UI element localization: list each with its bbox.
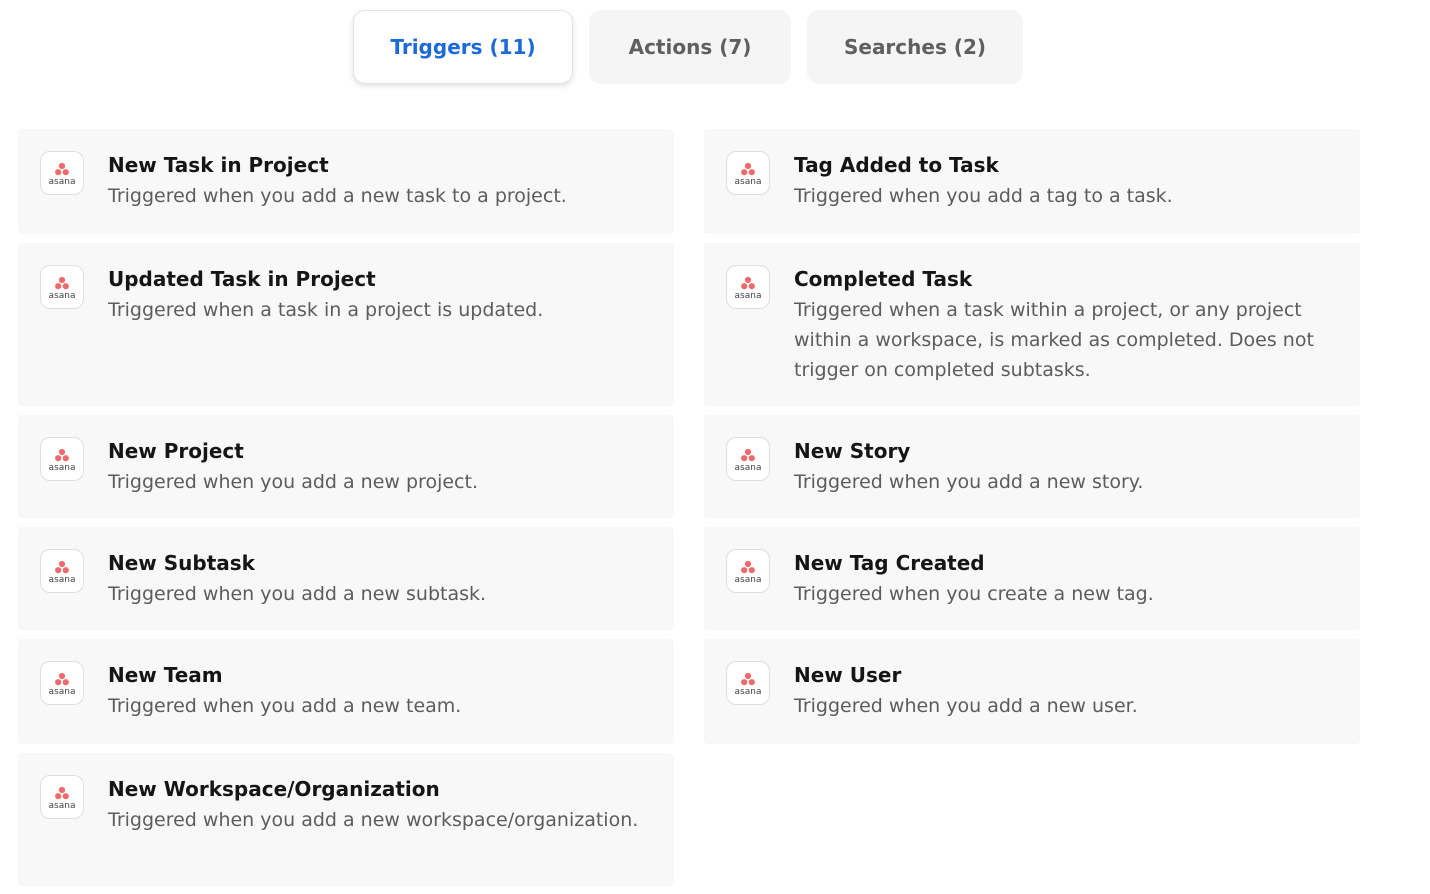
- trigger-card-tag-added-to-task[interactable]: asana Tag Added to Task Triggered when y…: [704, 129, 1360, 234]
- asana-dot-0: [744, 672, 752, 680]
- asana-wordmark: asana: [735, 687, 762, 697]
- trigger-description: Triggered when you add a tag to a task.: [794, 185, 1173, 207]
- trigger-card-new-user[interactable]: asana New User Triggered when you add a …: [704, 639, 1360, 744]
- tab-searches-label: Searches (2): [843, 35, 987, 59]
- trigger-card-updated-task-in-project[interactable]: asana Updated Task in Project Triggered …: [18, 243, 674, 406]
- tab-triggers[interactable]: Triggers (11): [353, 10, 573, 84]
- trigger-card-new-task-in-project[interactable]: asana New Task in Project Triggered when…: [18, 129, 674, 234]
- tab-triggers-label: Triggers (11): [390, 35, 536, 59]
- asana-logo-icon: asana: [726, 265, 770, 309]
- tab-searches[interactable]: Searches (2): [807, 10, 1023, 84]
- asana-dot-1: [55, 567, 62, 574]
- trigger-description: Triggered when you add a new task to a p…: [108, 185, 567, 207]
- trigger-card-completed-task[interactable]: asana Completed Task Triggered when a ta…: [704, 243, 1360, 406]
- trigger-card-new-tag-created[interactable]: asana New Tag Created Triggered when you…: [704, 527, 1360, 630]
- trigger-description: Triggered when a task within a project, …: [794, 299, 1314, 381]
- tab-bar: Triggers (11) Actions (7) Searches (2): [0, 10, 1378, 84]
- asana-logo-icon: asana: [40, 437, 84, 481]
- trigger-card-new-project[interactable]: asana New Project Triggered when you add…: [18, 415, 674, 518]
- asana-wordmark: asana: [49, 687, 76, 697]
- trigger-title: New Story: [794, 439, 911, 463]
- trigger-description: Triggered when you create a new tag.: [794, 583, 1154, 605]
- trigger-description: Triggered when you add a new workspace/o…: [108, 809, 639, 831]
- asana-dot-2: [62, 567, 69, 574]
- asana-dot-2: [62, 679, 69, 686]
- trigger-description: Triggered when you add a new user.: [794, 695, 1138, 717]
- asana-dot-1: [55, 283, 62, 290]
- asana-dot-1: [55, 169, 62, 176]
- asana-wordmark: asana: [49, 801, 76, 811]
- asana-dot-0: [58, 448, 66, 456]
- trigger-card-new-story[interactable]: asana New Story Triggered when you add a…: [704, 415, 1360, 518]
- asana-dot-0: [744, 276, 752, 284]
- trigger-title: New Subtask: [108, 551, 255, 575]
- asana-dot-2: [748, 169, 755, 176]
- asana-dot-1: [741, 679, 748, 686]
- trigger-description: Triggered when you add a new story.: [794, 471, 1144, 493]
- asana-dot-0: [58, 276, 66, 284]
- tab-actions[interactable]: Actions (7): [589, 10, 791, 84]
- asana-dot-1: [741, 567, 748, 574]
- asana-dot-2: [62, 455, 69, 462]
- trigger-title: New Task in Project: [108, 153, 329, 177]
- asana-wordmark: asana: [49, 177, 76, 187]
- asana-dot-2: [748, 283, 755, 290]
- asana-wordmark: asana: [49, 463, 76, 473]
- asana-dot-1: [741, 169, 748, 176]
- asana-dot-2: [62, 793, 69, 800]
- asana-dot-0: [744, 448, 752, 456]
- asana-dot-1: [55, 793, 62, 800]
- trigger-card-new-subtask[interactable]: asana New Subtask Triggered when you add…: [18, 527, 674, 630]
- trigger-title: New Team: [108, 663, 223, 687]
- asana-logo-icon: asana: [40, 661, 84, 705]
- asana-wordmark: asana: [49, 291, 76, 301]
- trigger-title: Completed Task: [794, 267, 973, 291]
- trigger-card-new-team[interactable]: asana New Team Triggered when you add a …: [18, 639, 674, 744]
- asana-dot-1: [55, 679, 62, 686]
- asana-logo-icon: asana: [40, 775, 84, 819]
- asana-dot-1: [55, 455, 62, 462]
- asana-wordmark: asana: [735, 575, 762, 585]
- asana-dot-1: [741, 455, 748, 462]
- trigger-title: Tag Added to Task: [794, 153, 999, 177]
- trigger-description: Triggered when a task in a project is up…: [108, 299, 544, 321]
- trigger-title: New User: [794, 663, 902, 687]
- asana-dot-1: [741, 283, 748, 290]
- asana-dot-2: [62, 169, 69, 176]
- asana-dot-0: [58, 786, 66, 794]
- trigger-title: New Tag Created: [794, 551, 985, 575]
- trigger-card-new-workspace-organization[interactable]: asana New Workspace/Organization Trigger…: [18, 753, 674, 886]
- asana-wordmark: asana: [735, 463, 762, 473]
- trigger-title: New Workspace/Organization: [108, 777, 440, 801]
- asana-dot-0: [58, 672, 66, 680]
- asana-dot-2: [748, 567, 755, 574]
- asana-logo-icon: asana: [726, 549, 770, 593]
- asana-logo-icon: asana: [40, 265, 84, 309]
- trigger-title: Updated Task in Project: [108, 267, 376, 291]
- trigger-title: New Project: [108, 439, 244, 463]
- integration-page: Triggers (11) Actions (7) Searches (2) a…: [0, 0, 1430, 894]
- asana-logo-icon: asana: [726, 151, 770, 195]
- trigger-description: Triggered when you add a new subtask.: [108, 583, 487, 605]
- asana-logo-icon: asana: [40, 151, 84, 195]
- asana-dot-0: [58, 560, 66, 568]
- asana-dot-2: [748, 455, 755, 462]
- asana-dot-2: [62, 283, 69, 290]
- trigger-description: Triggered when you add a new team.: [108, 695, 462, 717]
- asana-logo-icon: asana: [726, 437, 770, 481]
- asana-wordmark: asana: [49, 575, 76, 585]
- asana-wordmark: asana: [735, 291, 762, 301]
- trigger-description: Triggered when you add a new project.: [108, 471, 478, 493]
- asana-logo-icon: asana: [40, 549, 84, 593]
- asana-dot-0: [744, 162, 752, 170]
- asana-logo-icon: asana: [726, 661, 770, 705]
- asana-dot-0: [58, 162, 66, 170]
- tab-actions-label: Actions (7): [628, 35, 752, 59]
- asana-dot-0: [744, 560, 752, 568]
- asana-wordmark: asana: [735, 177, 762, 187]
- asana-dot-2: [748, 679, 755, 686]
